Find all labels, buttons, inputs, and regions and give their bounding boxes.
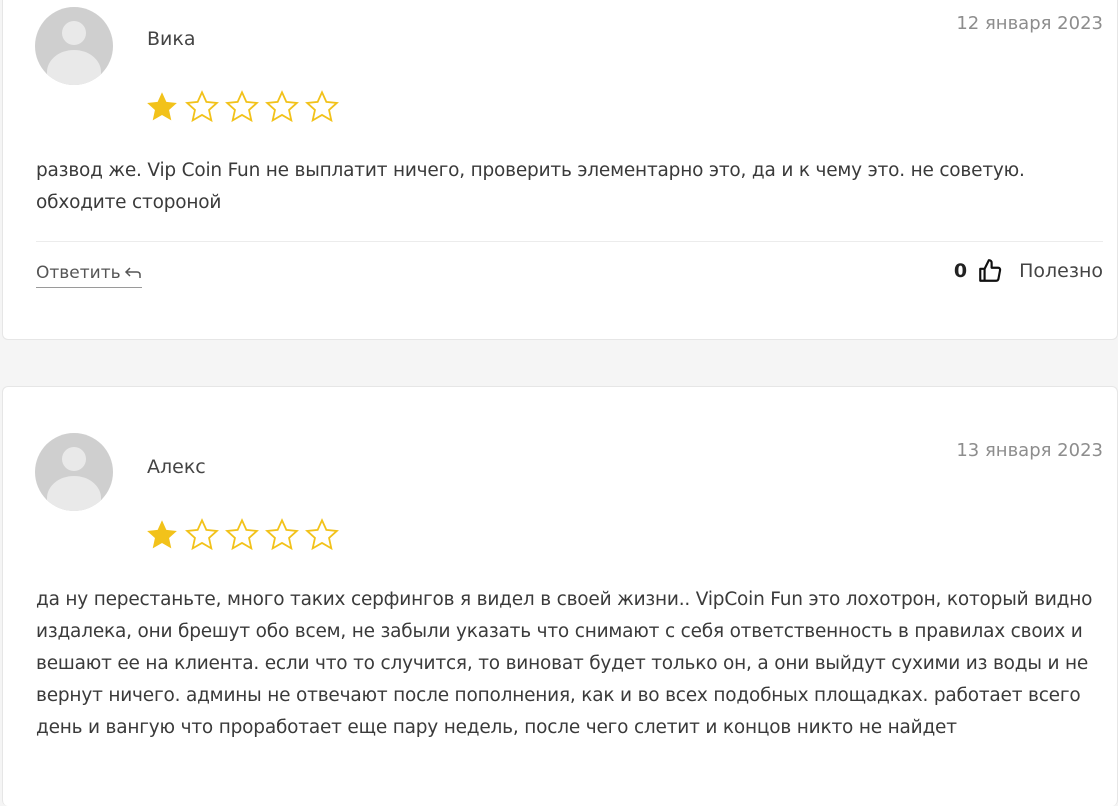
star-empty-icon [305,518,339,551]
star-filled-icon [147,520,177,549]
star-rating [143,89,341,125]
review-text: развод же. Vip Coin Fun не выплатит ниче… [36,160,1025,213]
review-date: 12 января 2023 [956,13,1103,34]
divider [36,241,1103,242]
review-card: Алекс 13 января 2023 да ну перестаньте, … [2,386,1118,806]
star-empty-icon [265,518,299,551]
review-author: Алекс [147,456,206,478]
review-text: да ну перестаньте, много таких серфингов… [36,589,1093,738]
review-date: 13 января 2023 [956,440,1103,461]
useful-label[interactable]: Полезно [1019,260,1103,282]
reply-button[interactable]: Ответить [36,263,142,288]
thumbs-up-icon[interactable] [977,258,1003,284]
star-empty-icon [225,90,259,123]
star-empty-icon [225,518,259,551]
avatar [35,7,113,85]
star-filled-icon [147,92,177,121]
star-empty-icon [185,518,219,551]
reply-arrow-icon [124,267,141,278]
review-author: Вика [147,28,196,50]
useful-count: 0 [953,260,968,282]
reply-label: Ответить [36,263,121,283]
avatar [35,433,113,511]
star-rating [143,517,341,553]
useful-control: 0 Полезно [954,258,1103,284]
star-empty-icon [185,90,219,123]
star-empty-icon [265,90,299,123]
review-card: Вика 12 января 2023 развод же. Vip Coin … [2,0,1118,340]
star-empty-icon [305,90,339,123]
